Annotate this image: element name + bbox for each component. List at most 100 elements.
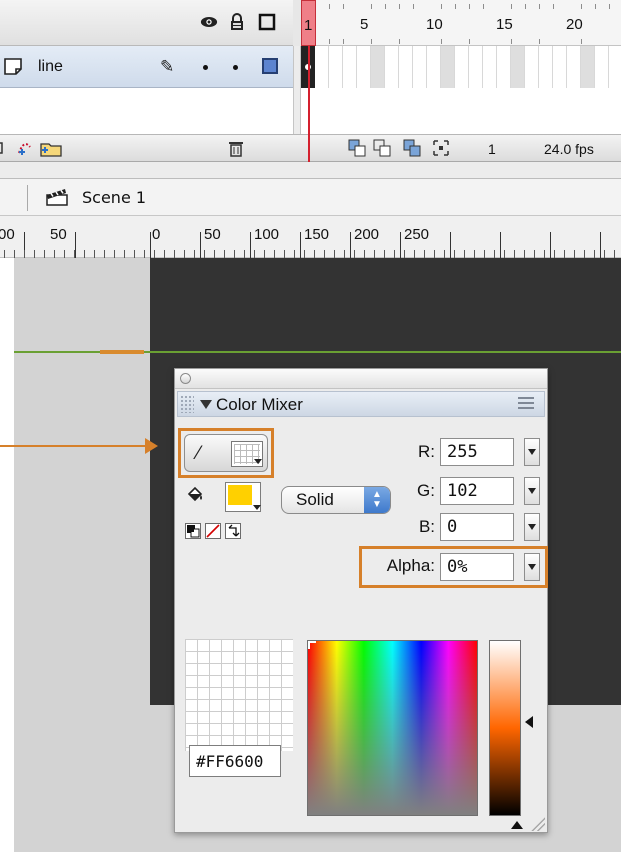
ruler-minor-tick	[544, 250, 545, 258]
visibility-dot[interactable]	[203, 65, 208, 70]
panel-header[interactable]: Color Mixer	[177, 391, 545, 417]
frame-number: 15	[496, 16, 513, 33]
brightness-pointer-icon[interactable]	[525, 716, 533, 728]
frames-area[interactable]	[301, 46, 621, 134]
ruler-minor-tick	[164, 250, 165, 258]
eye-icon[interactable]	[200, 13, 218, 31]
callout-arrow-head	[145, 438, 158, 454]
frame-rate-readout[interactable]: 24.0 fps	[544, 141, 594, 157]
ruler-minor-tick	[334, 250, 335, 258]
panel-titlebar[interactable]	[175, 369, 547, 389]
brightness-slider[interactable]	[489, 640, 521, 816]
alpha-slider-button[interactable]	[524, 553, 540, 581]
layer-list-empty	[0, 88, 293, 134]
ruler-minor-tick	[574, 250, 575, 258]
b-input[interactable]: 0	[440, 513, 514, 541]
close-icon[interactable]	[180, 373, 191, 384]
playhead-line	[308, 46, 310, 134]
ruler-minor-tick	[484, 250, 485, 258]
trash-icon[interactable]	[228, 139, 244, 161]
spectrum-crosshair[interactable]	[308, 641, 316, 649]
playhead-frame-number: 1	[304, 17, 313, 34]
onion-skin-outlines-icon[interactable]	[373, 139, 391, 161]
ruler-minor-tick	[414, 250, 415, 258]
ruler-minor-tick	[34, 250, 35, 258]
ruler-label: 00	[0, 226, 15, 243]
add-layer-icon[interactable]	[0, 139, 16, 161]
r-input[interactable]: 255	[440, 438, 514, 466]
ruler-minor-tick	[454, 250, 455, 258]
outline-icon[interactable]	[258, 13, 276, 31]
edit-multiple-frames-icon[interactable]	[403, 139, 421, 161]
frames-row[interactable]	[301, 46, 621, 88]
r-slider-button[interactable]	[524, 438, 540, 466]
frame-ruler[interactable]: 5 10 15 20	[301, 0, 621, 46]
r-label: R:	[418, 442, 435, 461]
ruler-minor-tick	[84, 250, 85, 258]
r-value: 255	[447, 442, 478, 462]
stage-line[interactable]	[0, 351, 621, 353]
g-slider-button[interactable]	[524, 477, 540, 505]
lock-icon[interactable]	[228, 13, 246, 31]
b-value: 0	[447, 517, 458, 537]
alpha-label: Alpha:	[386, 556, 435, 575]
layer-header	[0, 0, 293, 46]
color-swatch-grid[interactable]	[185, 639, 293, 751]
fill-color-chip	[228, 485, 252, 505]
stroke-swatch-none[interactable]	[231, 441, 263, 467]
current-frame-readout: 1	[488, 141, 496, 157]
ruler-minor-tick	[214, 250, 215, 258]
ruler-minor-tick	[14, 250, 15, 258]
ruler-minor-tick	[614, 250, 615, 258]
ruler-minor-tick	[394, 250, 395, 258]
callout-arrow-line	[0, 445, 150, 447]
ruler-minor-tick	[154, 250, 155, 258]
b-slider-button[interactable]	[524, 513, 540, 541]
ruler-minor-tick	[54, 250, 55, 258]
ruler-minor-tick	[24, 250, 25, 258]
collapse-triangle-icon[interactable]	[200, 400, 212, 409]
expand-triangle-icon[interactable]	[511, 821, 523, 829]
ruler-minor-tick	[474, 250, 475, 258]
add-folder-icon[interactable]	[39, 139, 63, 161]
modify-onion-markers-icon[interactable]	[432, 139, 450, 161]
ruler-minor-tick	[204, 250, 205, 258]
ruler-minor-tick	[264, 250, 265, 258]
selected-line-segment[interactable]	[100, 350, 144, 354]
outline-color-swatch[interactable]	[262, 58, 278, 74]
ruler-minor-tick	[354, 250, 355, 258]
hex-input[interactable]: #FF6600	[189, 745, 281, 777]
ruler-minor-tick	[194, 250, 195, 258]
ruler-minor-tick	[564, 250, 565, 258]
ruler-label: 150	[304, 226, 330, 243]
fill-color-swatch[interactable]	[225, 482, 261, 512]
swap-colors-icon[interactable]	[225, 523, 241, 539]
g-input[interactable]: 102	[440, 477, 514, 505]
grip-icon[interactable]	[180, 395, 194, 413]
onion-skin-icon[interactable]	[348, 139, 366, 161]
timeline-divider[interactable]	[293, 46, 301, 134]
no-color-icon[interactable]	[205, 523, 221, 539]
scene-label[interactable]: Scene 1	[82, 188, 146, 207]
ruler-minor-tick	[404, 250, 405, 258]
alpha-input[interactable]: 0%	[440, 553, 514, 581]
layer-row-line[interactable]: line ✎	[0, 46, 293, 88]
resize-grip-icon[interactable]	[531, 817, 545, 831]
ruler-minor-tick	[494, 250, 495, 258]
ruler-minor-tick	[124, 250, 125, 258]
layer-icon	[2, 57, 24, 75]
lock-dot[interactable]	[233, 65, 238, 70]
panel-menu-icon[interactable]	[518, 397, 534, 411]
playhead[interactable]: 1	[301, 0, 316, 46]
color-spectrum[interactable]	[307, 640, 478, 816]
ruler-minor-tick	[224, 250, 225, 258]
frame-number: 10	[426, 16, 443, 33]
add-motion-guide-icon[interactable]	[16, 139, 38, 161]
stroke-color-button[interactable]: ⁄	[184, 434, 268, 472]
ruler-minor-tick	[514, 250, 515, 258]
frame-number: 5	[360, 16, 369, 33]
timeline-header: 5 10 15 20 1	[0, 0, 621, 46]
black-white-icon[interactable]	[185, 523, 201, 539]
ruler-label: 100	[254, 226, 280, 243]
ruler-minor-tick	[94, 250, 95, 258]
